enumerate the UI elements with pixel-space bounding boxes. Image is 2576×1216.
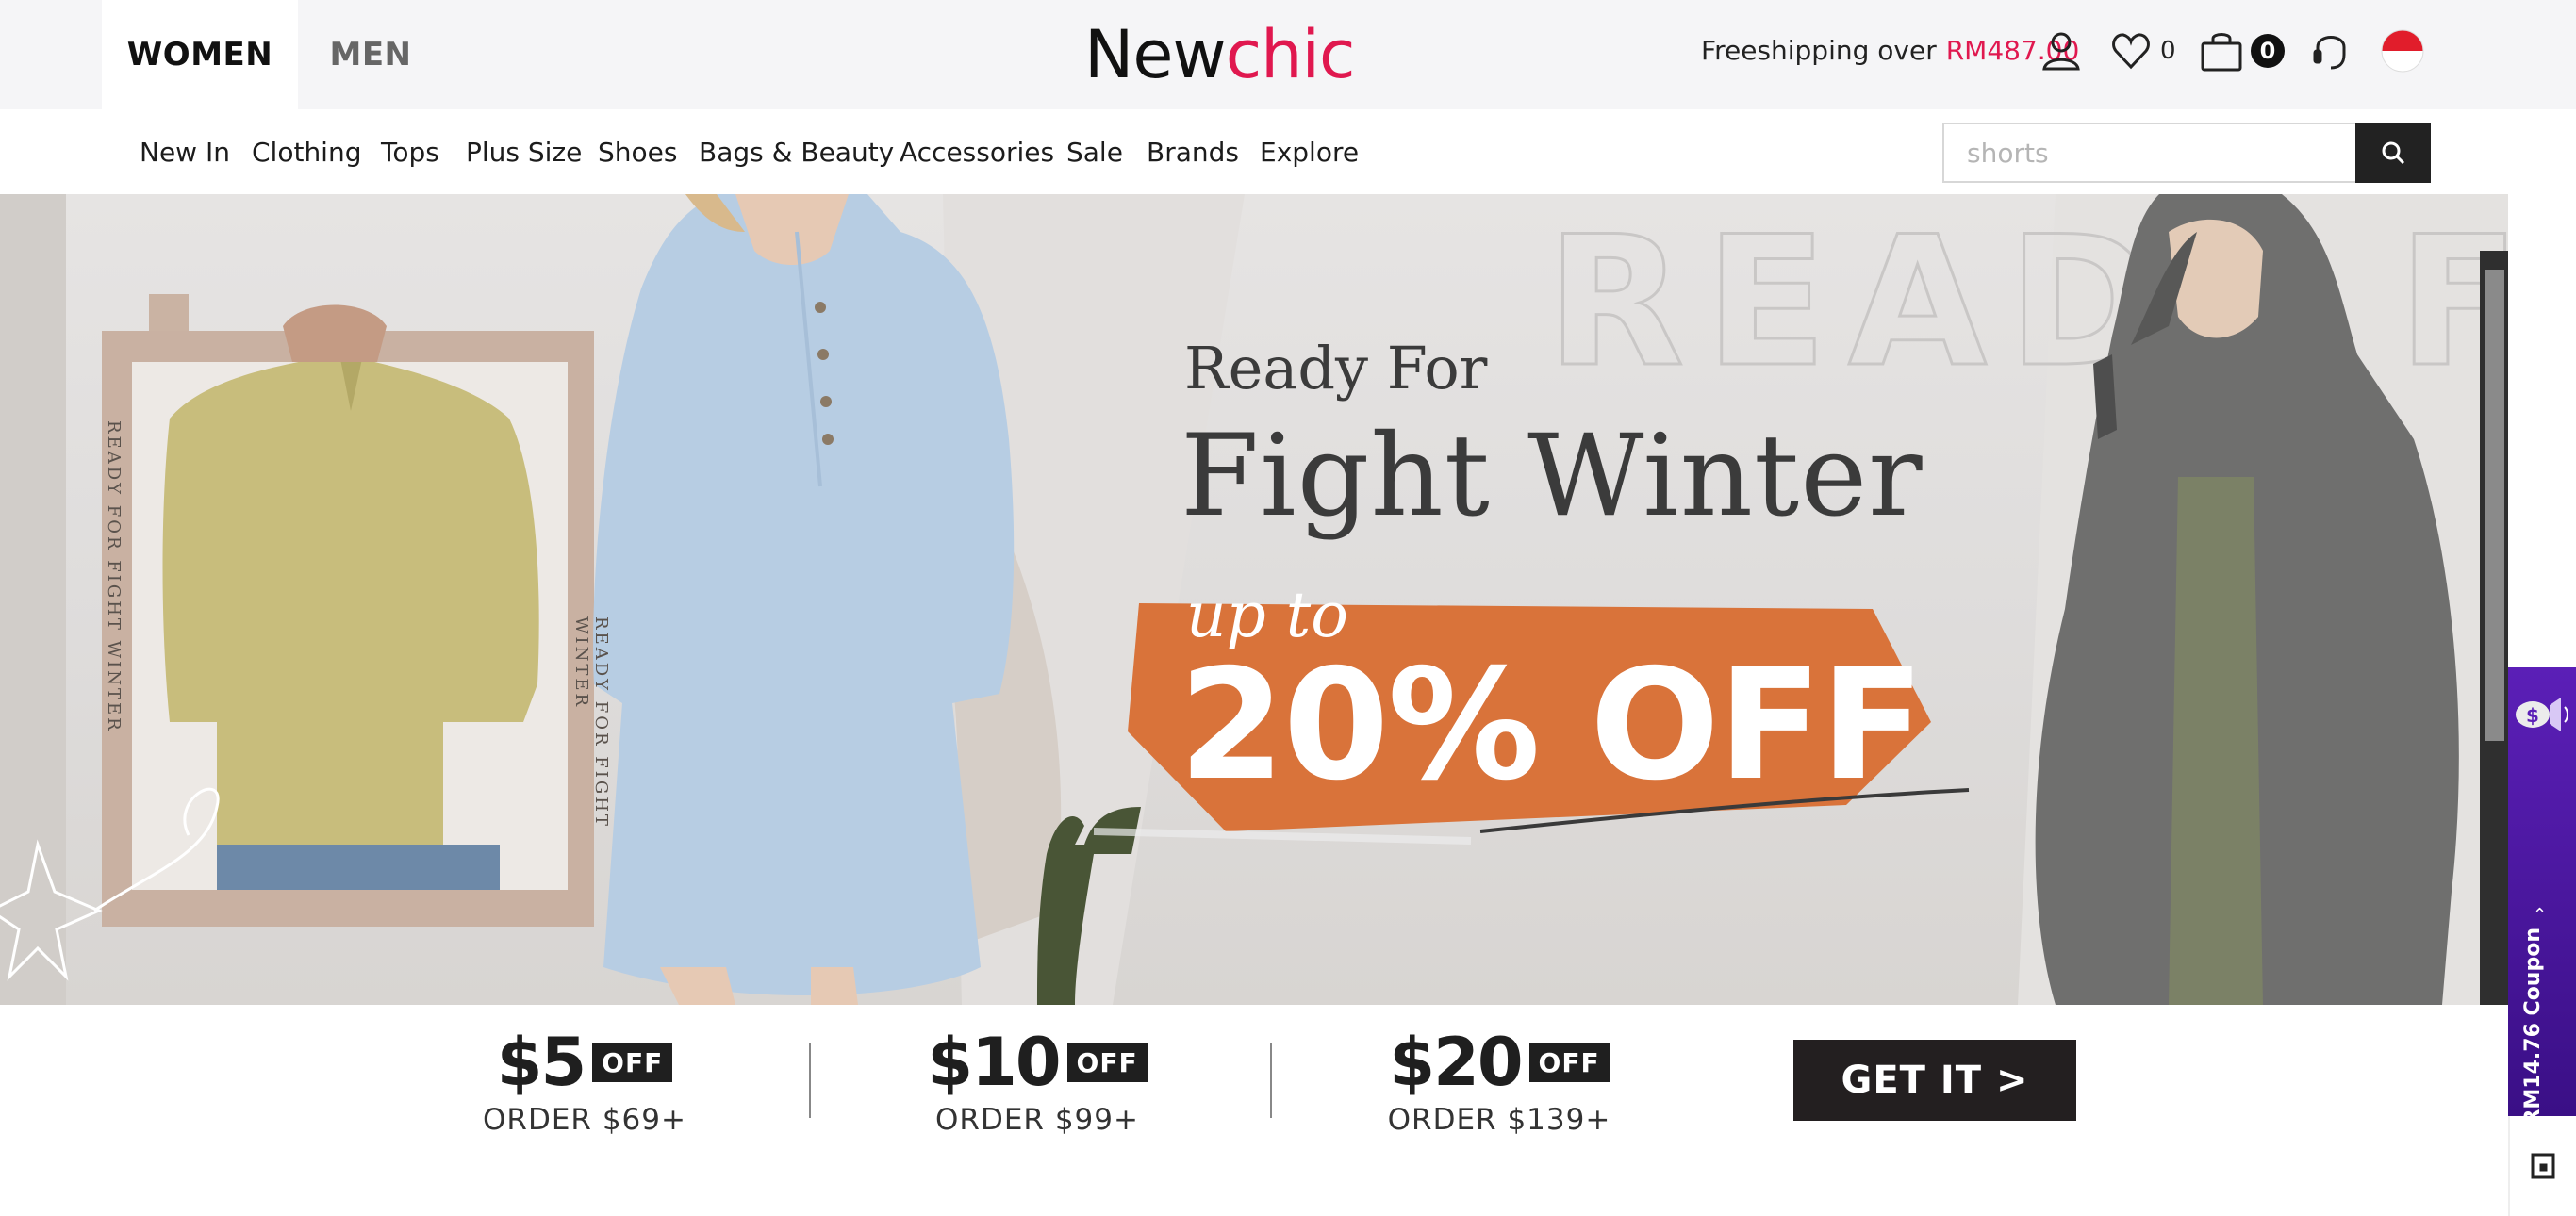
bag-icon[interactable] xyxy=(2199,28,2244,74)
nav-item-new-in[interactable]: New In xyxy=(140,109,230,194)
logo-part-chic: chic xyxy=(1225,16,1356,93)
coupon-min-order: ORDER $99+ xyxy=(935,1103,1139,1137)
coupon-divider xyxy=(1270,1043,1272,1118)
chevron-up-icon: ⌃ xyxy=(2533,905,2548,925)
nav-item-plus-size[interactable]: Plus Size xyxy=(466,109,582,194)
free-shipping-notice: Freeshipping over RM487.00 xyxy=(1701,0,2079,100)
coupon-amount: $20 xyxy=(1389,1024,1523,1101)
floating-coupon-tab[interactable]: $ ⌃ RM14.76 Coupon xyxy=(2508,667,2576,1126)
coupon-5-off[interactable]: $5 OFF ORDER $69+ xyxy=(481,1024,688,1137)
banner-headline-large: Fight Winter xyxy=(1181,411,1924,542)
top-bar: WOMEN MEN New chic Freeshipping over RM48… xyxy=(0,0,2576,109)
coupon-amount: $10 xyxy=(927,1024,1061,1101)
banner-discount: 20% OFF xyxy=(1179,637,1924,814)
nav-item-shoes[interactable]: Shoes xyxy=(598,109,677,194)
coupon-20-off[interactable]: $20 OFF ORDER $139+ xyxy=(1379,1024,1620,1137)
newchic-logo[interactable]: New chic xyxy=(1084,13,1356,96)
banner-headline-small: Ready For xyxy=(1184,334,1488,403)
nav-item-explore[interactable]: Explore xyxy=(1260,109,1359,194)
coupon-strip: $5 OFF ORDER $69+ $10 OFF ORDER $99+ $20… xyxy=(0,1005,2508,1216)
coupon-10-off[interactable]: $10 OFF ORDER $99+ xyxy=(922,1024,1152,1137)
coupon-off-tag: OFF xyxy=(1066,1043,1148,1082)
headset-icon[interactable] xyxy=(2308,28,2353,74)
flag-indonesia-icon[interactable] xyxy=(2380,28,2425,74)
wishlist-count: 0 xyxy=(2160,37,2176,65)
coupon-off-tag: OFF xyxy=(1528,1043,1610,1082)
search-input[interactable] xyxy=(1942,123,2355,183)
nav-item-accessories[interactable]: Accessories xyxy=(900,109,1054,194)
document-icon xyxy=(2530,1152,2556,1180)
nav-item-tops[interactable]: Tops xyxy=(381,109,439,194)
coupon-amount: $5 xyxy=(496,1024,586,1101)
coupon-amount-row: $20 OFF xyxy=(1379,1024,1620,1101)
nav-item-brands[interactable]: Brands xyxy=(1147,109,1239,194)
search-button[interactable] xyxy=(2355,123,2431,183)
coupon-amount-row: $5 OFF xyxy=(481,1024,688,1101)
coupon-amount-row: $10 OFF xyxy=(922,1024,1152,1101)
floating-coupon-label: RM14.76 Coupon xyxy=(2521,928,2545,1126)
banner-side-text-right: READY FOR FIGHT WINTER xyxy=(571,616,611,829)
nav-item-clothing[interactable]: Clothing xyxy=(252,109,361,194)
logo-part-new: New xyxy=(1084,16,1227,93)
tab-women[interactable]: WOMEN xyxy=(102,0,298,109)
tab-men[interactable]: MEN xyxy=(298,0,443,109)
banner-side-text-left: READY FOR FIGHT WINTER xyxy=(104,420,124,733)
user-icon[interactable] xyxy=(2039,28,2084,74)
coupon-divider xyxy=(809,1043,811,1118)
coupon-speaker-icon: $ xyxy=(2512,686,2572,743)
nav-item-sale[interactable]: Sale xyxy=(1066,109,1123,194)
free-shipping-text: Freeshipping over xyxy=(1701,34,1937,66)
coupon-off-tag: OFF xyxy=(592,1043,673,1082)
search-icon xyxy=(2380,140,2406,166)
nav-item-bags-beauty[interactable]: Bags & Beauty xyxy=(699,109,894,194)
coupon-min-order: ORDER $139+ xyxy=(1387,1103,1611,1137)
floating-tool-button[interactable] xyxy=(2508,1116,2576,1216)
heart-icon[interactable] xyxy=(2108,28,2154,74)
get-coupons-button[interactable]: GET IT > xyxy=(1793,1040,2076,1121)
cart-count-badge: 0 xyxy=(2251,34,2285,68)
svg-text:$: $ xyxy=(2526,704,2539,727)
promo-banner[interactable]: READY FOR xyxy=(0,194,2508,1005)
coupon-min-order: ORDER $69+ xyxy=(483,1103,686,1137)
